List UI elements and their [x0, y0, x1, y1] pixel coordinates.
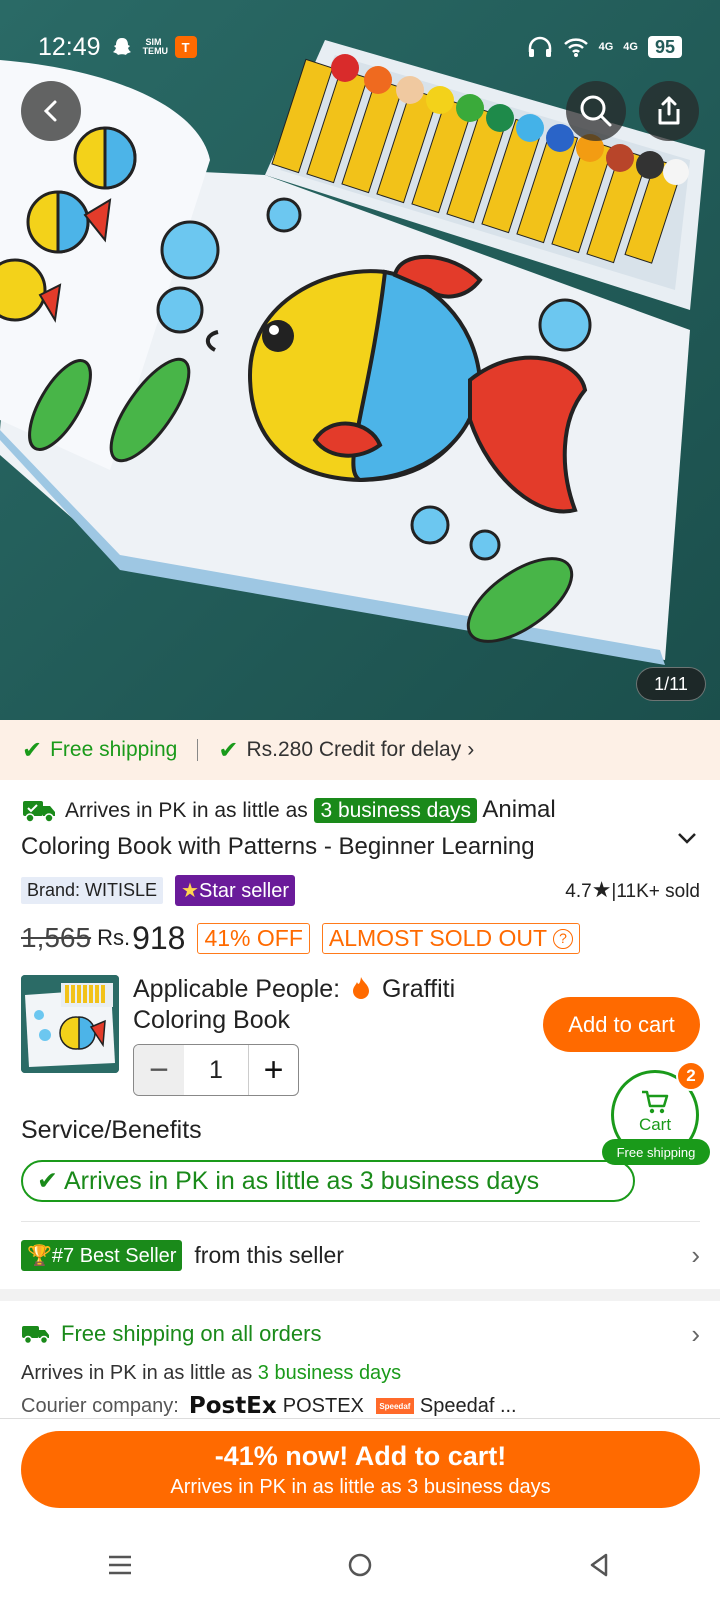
divider [21, 1221, 700, 1222]
delay-credit-label: Rs.280 Credit for delay [246, 738, 462, 761]
cart-count-badge: 2 [676, 1061, 706, 1091]
menu-icon[interactable] [106, 1553, 134, 1577]
decrease-quantity-button[interactable]: − [134, 1045, 184, 1095]
variant-thumbnail-image [21, 975, 119, 1073]
free-shipping-label: Free shipping [50, 738, 178, 761]
product-title[interactable]: Arrives in PK in as little as 3 business… [21, 792, 701, 865]
arrives-prefix: Arrives in PK in as little as [65, 799, 308, 822]
courier-row: Courier company: PostEx POSTEX Speedaf S… [21, 1392, 700, 1420]
sim-label: SIM TEMU [142, 37, 169, 56]
star-icon: ★ [181, 879, 199, 902]
speedaf-logo: Speedaf [375, 1398, 414, 1414]
cta-secondary-text: Arrives in PK in as little as 3 business… [170, 1475, 551, 1498]
system-navigation-bar [0, 1535, 720, 1595]
service-benefit-pill[interactable]: ✔ Arrives in PK in as little as 3 busine… [21, 1160, 635, 1202]
trophy-icon: 🏆 [27, 1244, 52, 1267]
postex-logo: PostEx [188, 1393, 277, 1419]
courier-speedaf: Speedaf ... [419, 1394, 517, 1417]
truck-icon [22, 1326, 49, 1345]
best-seller-text: from this seller [194, 1241, 344, 1268]
back-icon [43, 100, 57, 122]
product-image-gallery[interactable]: 12:49 SIM TEMU T 4G 4G 95 1/11 [0, 0, 720, 720]
check-icon: ✔ [37, 1167, 58, 1195]
truck-icon [23, 800, 55, 823]
temu-notification-icon: T [174, 36, 197, 58]
current-price: 918 [132, 919, 186, 956]
service-benefit-text: Arrives in PK in as little as 3 business… [63, 1166, 540, 1195]
price-row: 1,565 Rs. 918 41% OFF ALMOST SOLD OUT ? [21, 916, 700, 960]
cart-label: Cart [638, 1115, 672, 1134]
section-separator [0, 1289, 720, 1301]
snapchat-icon [112, 38, 131, 55]
chevron-right-icon: › [691, 1239, 700, 1270]
increase-quantity-button[interactable]: + [248, 1045, 298, 1095]
currency: Rs. [97, 925, 131, 950]
search-button[interactable] [566, 81, 626, 141]
share-button[interactable] [639, 81, 699, 141]
cart-icon [642, 1090, 669, 1114]
brand-rating-row: Brand: WITISLE ★Star seller 4.7★|11K+ so… [21, 874, 700, 906]
divider [197, 739, 199, 761]
back-triangle-icon[interactable] [586, 1551, 614, 1579]
variant-value-1: Graffiti [382, 975, 456, 1003]
courier-label: Courier company: [21, 1394, 179, 1417]
free-shipping-row[interactable]: Free shipping on all orders › [21, 1317, 700, 1351]
home-icon[interactable] [346, 1551, 374, 1579]
cta-primary-text: -41% now! Add to cart! [214, 1440, 507, 1471]
clock: 12:49 [38, 32, 101, 61]
check-icon: ✔ [22, 736, 43, 764]
chevron-right-icon: › [691, 1318, 700, 1349]
star-icon: ★ [591, 877, 612, 902]
wifi-icon [563, 38, 588, 57]
signal-1: 4G [598, 41, 614, 53]
floating-cart-button[interactable]: Cart 2 Free shipping [602, 1061, 710, 1165]
best-seller-badge: 🏆#7 Best Seller [21, 1239, 183, 1271]
image-page-indicator: 1/11 [636, 667, 706, 701]
flame-icon [353, 977, 370, 999]
question-icon: ? [552, 929, 573, 950]
quantity-value[interactable]: 1 [184, 1056, 248, 1085]
variant-thumbnail[interactable] [21, 975, 119, 1073]
divider [0, 1418, 720, 1419]
chevron-down-icon[interactable] [675, 826, 699, 850]
variant-value-2: Coloring Book [133, 1006, 291, 1034]
share-icon [658, 96, 680, 125]
service-benefits-title: Service/Benefits [21, 1116, 202, 1144]
variant-label: Applicable People: [133, 975, 341, 1003]
star-seller-badge: ★Star seller [175, 874, 296, 906]
stock-status-tag[interactable]: ALMOST SOLD OUT ? [321, 922, 580, 954]
discount-tag: 41% OFF [197, 922, 310, 954]
variant-selector[interactable]: Applicable People: Graffiti Coloring Boo… [133, 974, 513, 1036]
delivery-days-badge: 3 business days [314, 798, 478, 823]
back-button[interactable] [21, 81, 81, 141]
search-icon [580, 95, 612, 127]
quantity-stepper: − 1 + [133, 1044, 299, 1096]
status-bar: 12:49 SIM TEMU T 4G 4G 95 [38, 30, 682, 64]
shipping-banner[interactable]: ✔ Free shipping ✔ Rs.280 Credit for dela… [0, 720, 720, 780]
courier-postex: POSTEX [282, 1394, 364, 1417]
chevron-right-icon: › [467, 738, 475, 761]
battery-level: 95 [647, 36, 682, 58]
original-price: 1,565 [21, 922, 92, 953]
headphones-icon [528, 36, 551, 57]
check-icon: ✔ [218, 736, 239, 764]
brand-tag[interactable]: Brand: WITISLE [21, 876, 164, 904]
delivery-days: 3 business days [257, 1362, 402, 1384]
signal-2: 4G [623, 41, 638, 53]
add-to-cart-button[interactable]: Add to cart [543, 997, 700, 1052]
best-seller-row[interactable]: 🏆#7 Best Seller from this seller › [21, 1238, 700, 1272]
bottom-add-to-cart-button[interactable]: -41% now! Add to cart! Arrives in PK in … [21, 1431, 700, 1508]
free-shipping-all-label: Free shipping on all orders [61, 1321, 322, 1346]
rating-summary[interactable]: 4.7★|11K+ sold [565, 877, 700, 903]
title-line-2: Coloring Book with Patterns - Beginner L… [21, 833, 535, 860]
title-start: Animal [482, 796, 556, 823]
delivery-estimate: Arrives in PK in as little as 3 business… [21, 1362, 402, 1384]
